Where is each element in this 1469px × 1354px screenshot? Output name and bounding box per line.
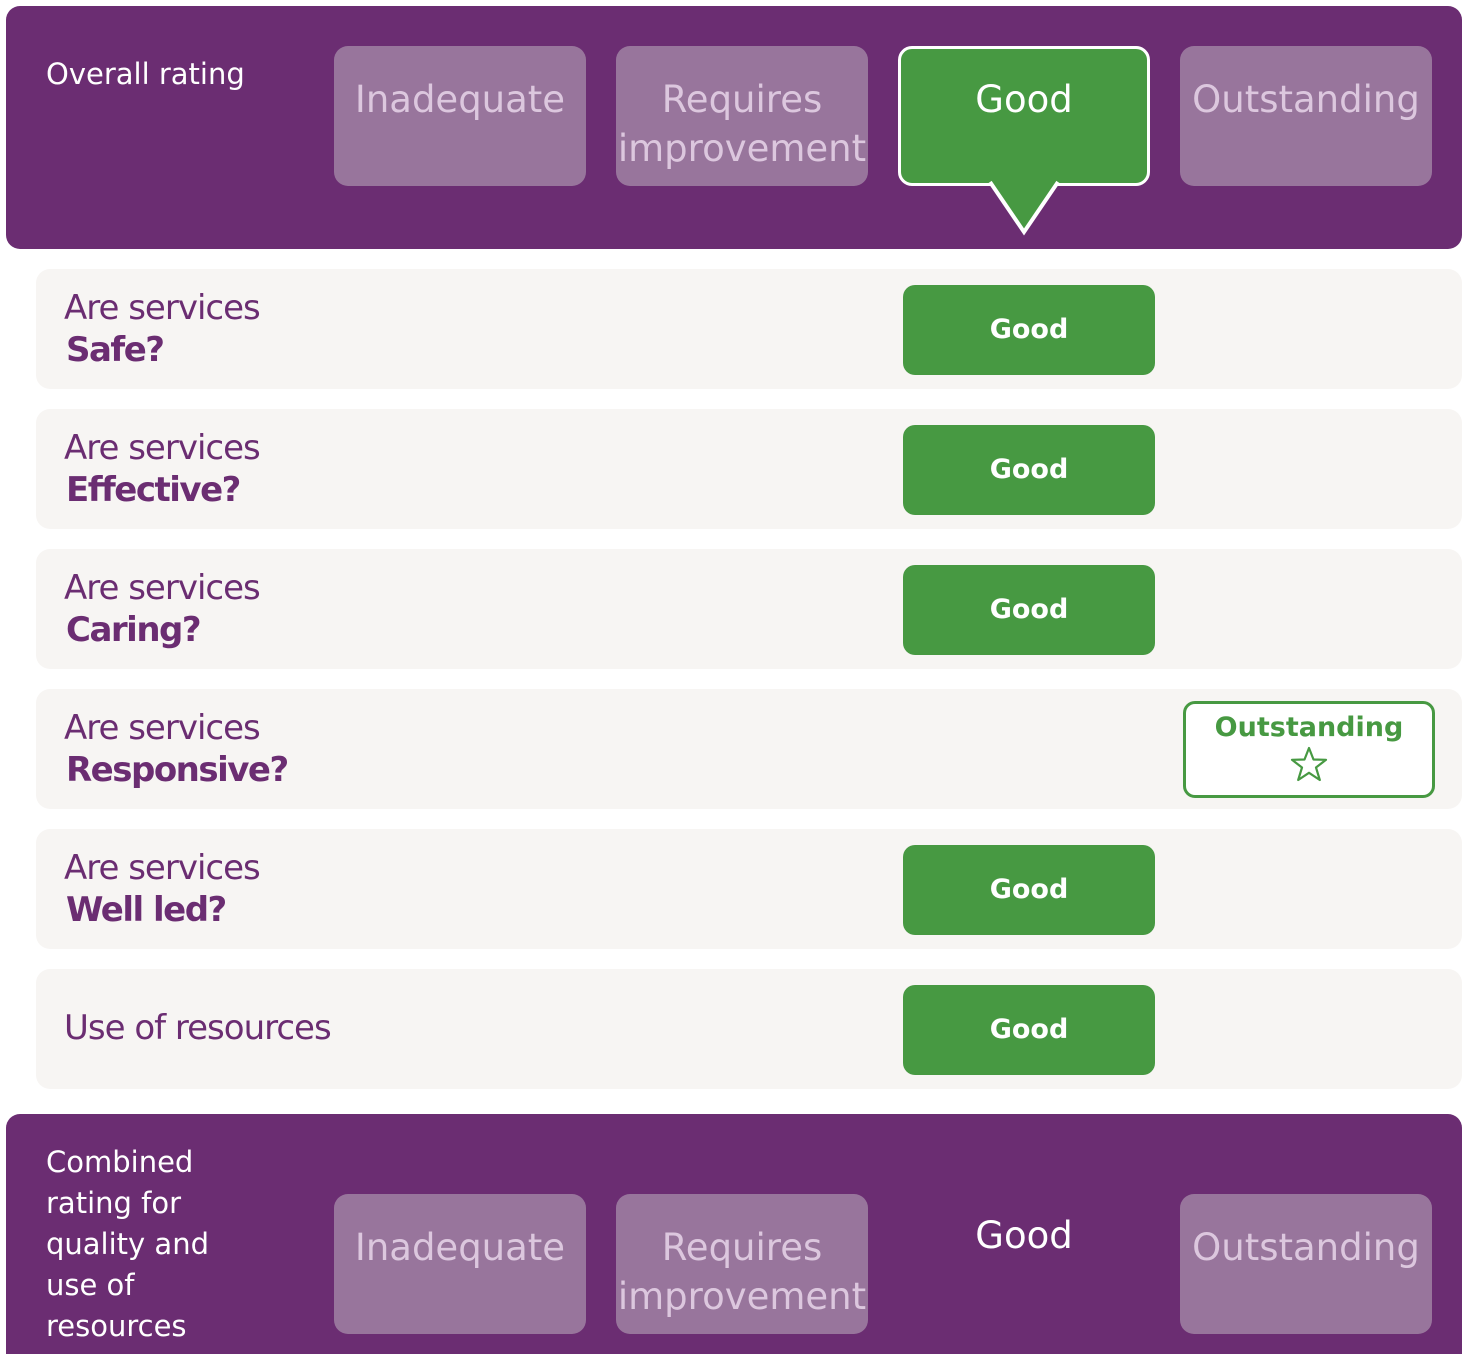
question-prefix: Are services <box>64 288 261 328</box>
question-prefix: Are services <box>64 568 261 608</box>
question-name: Well led? <box>66 890 227 930</box>
question-prefix: Are services <box>64 708 261 748</box>
question-prefix: Are services <box>64 848 261 888</box>
question-row-caring: Are services Caring? Good <box>36 549 1462 669</box>
rating-badge-good: Good <box>903 285 1155 375</box>
question-name: Effective? <box>66 470 241 510</box>
combined-scale-inadequate: Inadequate <box>334 1194 586 1334</box>
question-name: Responsive? <box>66 750 289 790</box>
rating-badge-good: Good <box>903 565 1155 655</box>
question-row-use-of-resources: Use of resources Good <box>36 969 1462 1089</box>
combined-scale-requires-improvement: Requires improvement <box>616 1194 868 1334</box>
star-outline-icon <box>1290 746 1328 782</box>
overall-scale-inadequate: Inadequate <box>334 46 586 186</box>
question-name: Safe? <box>66 330 165 370</box>
overall-scale-requires-improvement: Requires improvement <box>616 46 868 186</box>
question-row-effective: Are services Effective? Good <box>36 409 1462 529</box>
overall-scale-outstanding: Outstanding <box>1180 46 1432 186</box>
combined-rating-panel: Combined rating for quality and use of r… <box>6 1114 1462 1354</box>
overall-scale-good-selected: Good <box>898 46 1150 186</box>
overall-rating-panel: Overall rating Inadequate Requires impro… <box>6 6 1462 249</box>
rating-badge-outstanding: Outstanding <box>1183 701 1435 798</box>
question-row-safe: Are services Safe? Good <box>36 269 1462 389</box>
question-name: Caring? <box>66 610 202 650</box>
rating-badge-label: Outstanding <box>1214 712 1404 743</box>
combined-scale-good-selected: Good <box>975 1214 1073 1257</box>
question-name: Use of resources <box>64 1008 332 1048</box>
question-prefix: Are services <box>64 428 261 468</box>
overall-rating-label: Overall rating <box>46 57 245 91</box>
combined-scale-outstanding: Outstanding <box>1180 1194 1432 1334</box>
rating-badge-good: Good <box>903 425 1155 515</box>
rating-badge-good: Good <box>903 845 1155 935</box>
pointer-triangle-icon <box>988 180 1060 236</box>
combined-rating-label: Combined rating for quality and use of r… <box>46 1145 209 1343</box>
question-row-responsive: Are services Responsive? Outstanding <box>36 689 1462 809</box>
question-row-well-led: Are services Well led? Good <box>36 829 1462 949</box>
rating-badge-good: Good <box>903 985 1155 1075</box>
